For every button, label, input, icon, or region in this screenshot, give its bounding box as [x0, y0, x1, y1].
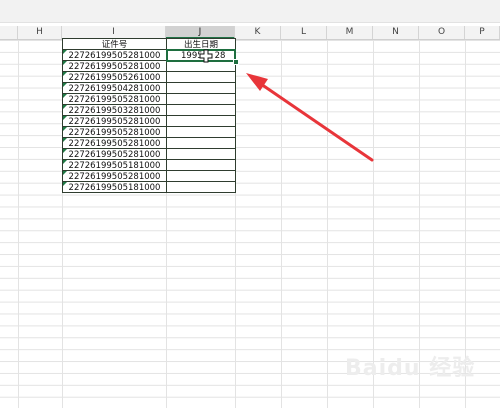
red-arrow-annotation	[246, 73, 374, 162]
watermark: Baidu 经验	[345, 356, 476, 381]
